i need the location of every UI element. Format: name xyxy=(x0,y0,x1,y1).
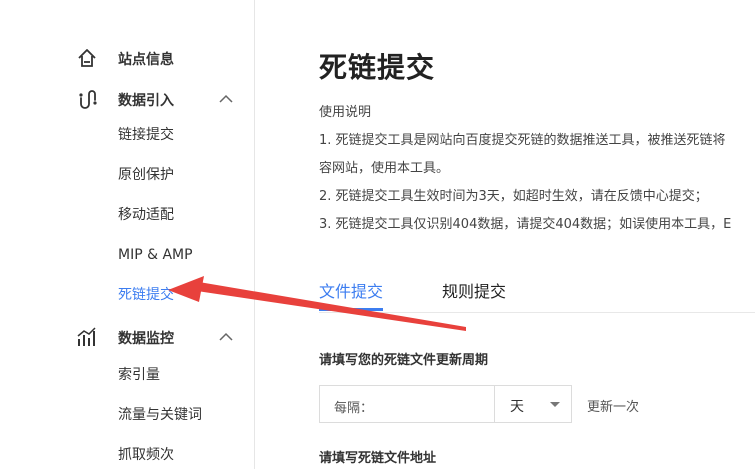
caret-down-icon[interactable] xyxy=(550,402,560,407)
sidebar-group-data-monitor[interactable]: 数据监控 xyxy=(0,322,254,352)
help-title: 使用说明 xyxy=(319,105,372,120)
sidebar: 站点信息 数据引入 链接提交 原创保护 移动适配 MIP & AMP 死链提交 … xyxy=(0,0,255,469)
page-title: 死链提交 xyxy=(319,51,436,84)
chevron-up-icon[interactable] xyxy=(218,93,234,105)
sidebar-group-label: 站点信息 xyxy=(118,52,174,68)
sidebar-item-mobile-adapt[interactable]: 移动适配 xyxy=(118,204,174,226)
sidebar-group-label: 数据监控 xyxy=(118,331,174,347)
sidebar-group-data-import[interactable]: 数据引入 xyxy=(0,84,254,114)
sidebar-item-crawl-frequency[interactable]: 抓取频次 xyxy=(118,444,174,466)
tab-file-submit[interactable]: 文件提交 xyxy=(319,278,383,302)
home-icon xyxy=(78,49,96,67)
period-prefix-label: 每隔： xyxy=(334,401,374,416)
help-line: 3. 死链提交工具仅识别404数据，请提交404数据；如误使用本工具，E xyxy=(319,217,732,232)
help-line: 2. 死链提交工具生效时间为3天，如超时生效，请在反馈中心提交； xyxy=(319,189,708,204)
period-section-label: 请填写您的死链文件更新周期 xyxy=(319,353,489,368)
period-select[interactable]: 每隔： 天 xyxy=(319,385,572,423)
sidebar-group-site-info[interactable]: 站点信息 xyxy=(0,43,254,73)
help-line: 容网站，使用本工具。 xyxy=(319,161,450,176)
period-unit-value: 天 xyxy=(510,399,524,415)
period-suffix-label: 更新一次 xyxy=(587,400,640,415)
sidebar-item-index-volume[interactable]: 索引量 xyxy=(118,364,160,386)
chevron-up-icon[interactable] xyxy=(218,331,234,343)
chart-icon xyxy=(77,327,96,346)
sidebar-item-mip-amp[interactable]: MIP & AMP xyxy=(118,244,193,266)
divider xyxy=(494,386,495,422)
tab-rule-submit[interactable]: 规则提交 xyxy=(442,278,506,302)
help-line: 1. 死链提交工具是网站向百度提交死链的数据推送工具，被推送死链将 xyxy=(319,133,726,148)
sidebar-group-label: 数据引入 xyxy=(118,93,174,109)
data-import-icon xyxy=(79,90,97,109)
address-section-label: 请填写死链文件地址 xyxy=(319,451,437,466)
sidebar-item-traffic-keywords[interactable]: 流量与关键词 xyxy=(118,404,202,426)
sidebar-item-original-protect[interactable]: 原创保护 xyxy=(118,164,174,186)
active-tab-indicator xyxy=(319,308,383,311)
sidebar-item-link-submit[interactable]: 链接提交 xyxy=(118,124,174,146)
main-content: 死链提交 使用说明 1. 死链提交工具是网站向百度提交死链的数据推送工具，被推送… xyxy=(255,0,755,469)
submit-tabs: 文件提交 规则提交 xyxy=(319,270,755,313)
sidebar-item-dead-link-submit[interactable]: 死链提交 xyxy=(118,284,174,306)
